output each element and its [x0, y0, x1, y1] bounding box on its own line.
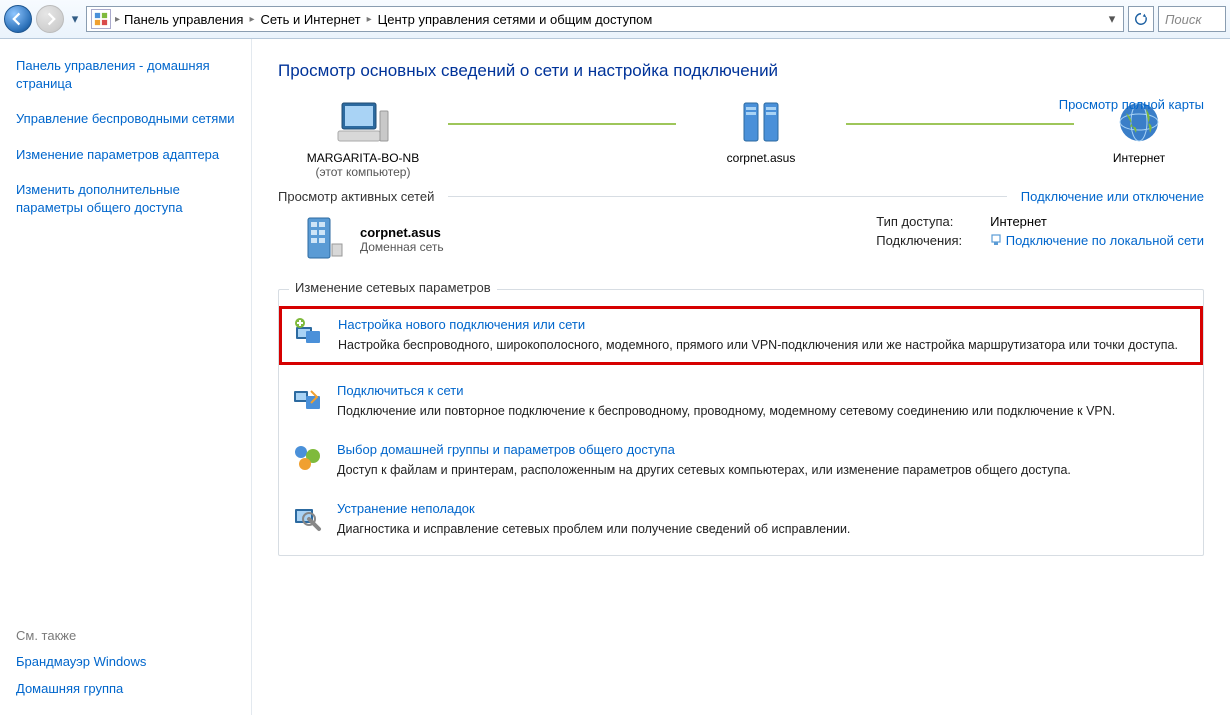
highlighted-task: Настройка нового подключения или сети На…	[279, 306, 1203, 365]
sidebar-home[interactable]: Панель управления - домашняя страница	[16, 58, 210, 91]
full-map-link[interactable]: Просмотр полной карты	[1059, 97, 1204, 112]
network-map: Просмотр полной карты MARGARITA-BO-NB (э…	[278, 97, 1204, 179]
breadcrumb: Панель управления ▸ Сеть и Интернет ▸ Це…	[124, 12, 652, 27]
back-button[interactable]	[4, 5, 32, 33]
connection-link[interactable]: Подключение по локальной сети	[1006, 233, 1204, 248]
task-connect-desc: Подключение или повторное подключение к …	[337, 402, 1191, 420]
ethernet-icon	[990, 234, 1002, 246]
page-title: Просмотр основных сведений о сети и наст…	[278, 61, 1204, 81]
sidebar-firewall[interactable]: Брандмауэр Windows	[16, 654, 146, 669]
control-panel-icon	[91, 9, 111, 29]
task-troubleshoot-desc: Диагностика и исправление сетевых пробле…	[337, 520, 1191, 538]
homegroup-icon	[291, 442, 323, 474]
see-also-label: См. также	[16, 628, 235, 643]
sidebar-sharing[interactable]: Изменить дополнительные параметры общего…	[16, 182, 183, 215]
access-label: Тип доступа:	[876, 214, 962, 229]
change-settings-label: Изменение сетевых параметров	[289, 280, 497, 295]
active-net-name: corpnet.asus	[360, 225, 444, 240]
node-pc-name: MARGARITA-BO-NB	[307, 151, 419, 165]
task-connect[interactable]: Подключиться к сети	[337, 383, 463, 398]
computer-icon	[335, 97, 391, 147]
task-homegroup-desc: Доступ к файлам и принтерам, расположенн…	[337, 461, 1191, 479]
active-networks-header: Просмотр активных сетей Подключение или …	[278, 189, 1204, 204]
domain-network-icon	[298, 214, 346, 265]
access-value: Интернет	[990, 214, 1204, 229]
connections-label: Подключения:	[876, 233, 962, 248]
address-dropdown[interactable]: ▾	[1105, 11, 1119, 27]
crumb-network-center[interactable]: Центр управления сетями и общим доступом	[378, 12, 653, 27]
main-content: Просмотр основных сведений о сети и наст…	[252, 39, 1230, 715]
crumb-control-panel[interactable]: Панель управления	[124, 12, 243, 27]
task-new-connection[interactable]: Настройка нового подключения или сети	[338, 317, 585, 332]
sidebar-wireless[interactable]: Управление беспроводными сетями	[16, 111, 235, 126]
forward-button[interactable]	[36, 5, 64, 33]
sidebar: Панель управления - домашняя страница Уп…	[0, 39, 252, 715]
toolbar: ▾ ▸ Панель управления ▸ Сеть и Интернет …	[0, 0, 1230, 39]
new-connection-icon	[292, 317, 324, 349]
node-inet-name: Интернет	[1113, 151, 1165, 165]
task-homegroup[interactable]: Выбор домашней группы и параметров общег…	[337, 442, 675, 457]
search-placeholder: Поиск	[1165, 12, 1202, 27]
task-troubleshoot[interactable]: Устранение неполадок	[337, 501, 475, 516]
task-new-connection-desc: Настройка беспроводного, широкополосного…	[338, 336, 1190, 354]
active-networks-label: Просмотр активных сетей	[278, 189, 434, 204]
node-network: corpnet.asus	[676, 97, 846, 165]
node-this-pc: MARGARITA-BO-NB (этот компьютер)	[278, 97, 448, 179]
connect-network-icon	[291, 383, 323, 415]
chevron-right-icon: ▸	[249, 14, 254, 25]
active-net-type: Доменная сеть	[360, 240, 444, 254]
search-input[interactable]: Поиск	[1158, 6, 1226, 32]
connect-disconnect-link[interactable]: Подключение или отключение	[1021, 189, 1204, 204]
server-icon	[733, 97, 789, 147]
chevron-right-icon: ▸	[367, 14, 372, 25]
sidebar-adapter[interactable]: Изменение параметров адаптера	[16, 147, 219, 162]
refresh-button[interactable]	[1128, 6, 1154, 32]
sidebar-homegroup[interactable]: Домашняя группа	[16, 681, 123, 696]
crumb-network-internet[interactable]: Сеть и Интернет	[261, 12, 361, 27]
chevron-right-icon: ▸	[115, 14, 120, 25]
address-bar[interactable]: ▸ Панель управления ▸ Сеть и Интернет ▸ …	[86, 6, 1124, 32]
troubleshoot-icon	[291, 501, 323, 533]
connector-line	[846, 123, 1074, 127]
history-dropdown[interactable]: ▾	[68, 6, 82, 32]
active-network-row: corpnet.asus Доменная сеть Тип доступа: …	[298, 214, 1204, 265]
connector-line	[448, 123, 676, 127]
node-net-name: corpnet.asus	[727, 151, 796, 165]
node-pc-sub: (этот компьютер)	[316, 165, 411, 179]
change-settings-group: Изменение сетевых параметров Настройка н…	[278, 289, 1204, 556]
